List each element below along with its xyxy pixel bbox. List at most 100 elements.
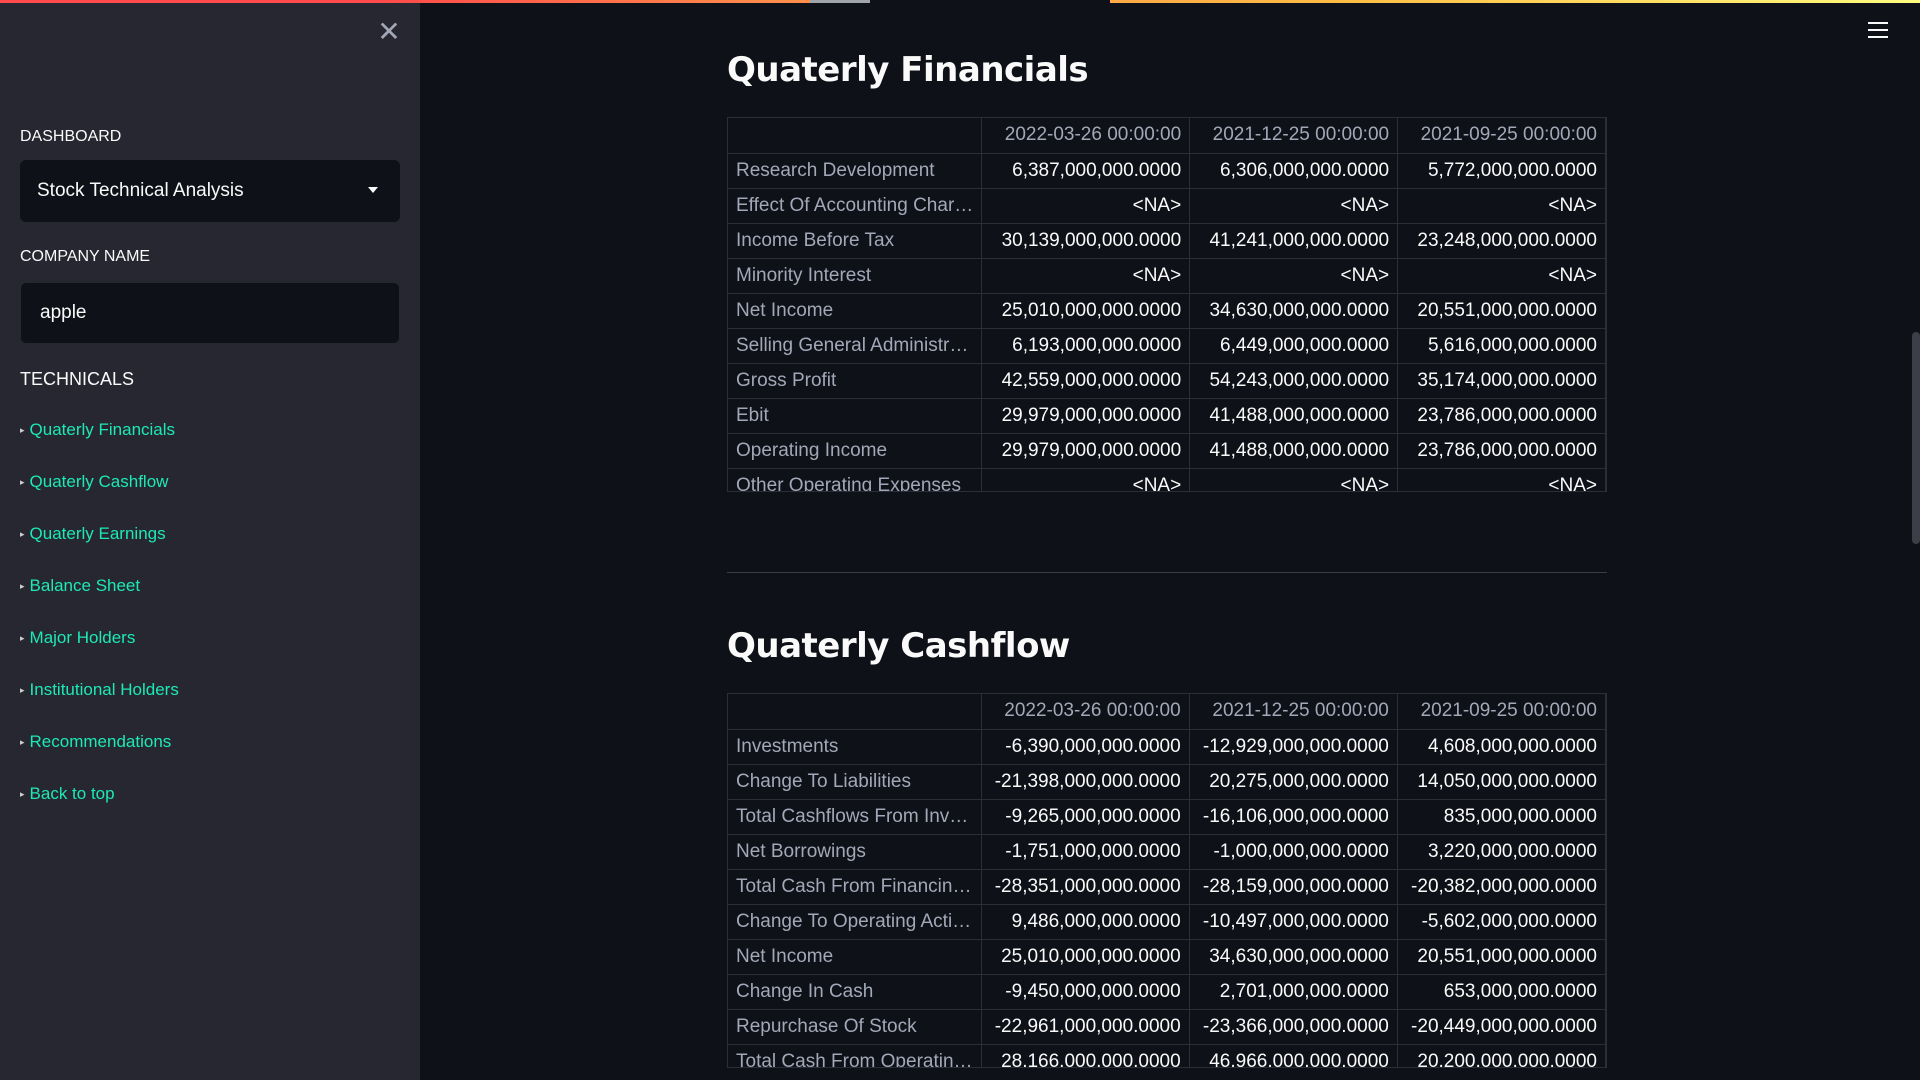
table-cell: -9,450,000,000.0000	[981, 974, 1190, 1010]
row-name: Investments	[728, 729, 982, 765]
dashboard-select-value: Stock Technical Analysis	[37, 180, 244, 201]
table-cell: 653,000,000.0000	[1397, 974, 1606, 1010]
table-cell: 25,010,000,000.0000	[981, 293, 1191, 329]
top-bar-segment	[810, 0, 870, 3]
table-cell: 20,551,000,000.0000	[1397, 939, 1606, 975]
column-header[interactable]: 2022-03-26 00:00:00	[981, 694, 1190, 730]
table-row: Total Cash From Financin… -28,351,000,000…	[728, 869, 1606, 905]
bullet-icon: ▸	[20, 477, 25, 487]
table-row: Repurchase Of Stock -22,961,000,000.0000-…	[728, 1009, 1606, 1045]
row-name: Effect Of Accounting Char…	[728, 188, 983, 224]
table-cell: <NA>	[1397, 258, 1606, 294]
sidebar: ✕ DASHBOARD Stock Technical Analysis COM…	[0, 0, 420, 1080]
table-row: Net Income 25,010,000,000.0000 34,630,000,…	[728, 939, 1606, 975]
cashflow-table[interactable]: 2022-03-26 00:00:00 2021-12-25 00:00:00 …	[727, 693, 1607, 1068]
table-cell: 23,786,000,000.0000	[1397, 398, 1606, 434]
table-cell: <NA>	[1189, 258, 1399, 294]
table-row: Effect Of Accounting Char… <NA> <NA> <NA>	[728, 188, 1606, 224]
table-cell: 6,306,000,000.0000	[1189, 153, 1399, 189]
table-cell: -23,366,000,000.0000	[1189, 1009, 1398, 1045]
financials-title: Quaterly Financials	[727, 50, 1089, 90]
scrollbar[interactable]	[1912, 332, 1920, 544]
table-cell: 2,701,000,000.0000	[1189, 974, 1398, 1010]
bullet-icon: ▸	[20, 425, 25, 435]
table-cell: 9,486,000,000.0000	[981, 904, 1190, 940]
table-cell: 20,275,000,000.0000	[1189, 764, 1398, 800]
bullet-icon: ▸	[20, 633, 25, 643]
dashboard-select[interactable]: Stock Technical Analysis	[20, 160, 400, 222]
column-header[interactable]: 2021-12-25 00:00:00	[1189, 694, 1398, 730]
table-cell: 34,630,000,000.0000	[1189, 293, 1399, 329]
row-name: Ebit	[728, 398, 983, 434]
chevron-down-icon	[368, 187, 378, 193]
table-cell: <NA>	[981, 258, 1191, 294]
table-header-row: 2022-03-26 00:00:00 2021-12-25 00:00:00 …	[728, 118, 1606, 154]
table-cell: 25,010,000,000.0000	[981, 939, 1190, 975]
nav-link-label: Quaterly Financials	[29, 420, 176, 439]
row-name: Gross Profit	[728, 363, 983, 399]
table-cell: 30,139,000,000.0000	[981, 223, 1191, 259]
table-cell: 3,220,000,000.0000	[1397, 834, 1606, 870]
nav-link-quaterly-financials[interactable]: ▸ Quaterly Financials	[20, 420, 175, 440]
dashboard-label: DASHBOARD	[20, 128, 122, 145]
table-cell: 20,200,000,000.0000	[1397, 1044, 1606, 1067]
cashflow-title: Quaterly Cashflow	[727, 626, 1070, 666]
table-row: Total Cashflows From Inv… -9,265,000,000.…	[728, 799, 1606, 835]
nav-link-institutional-holders[interactable]: ▸ Institutional Holders	[20, 680, 179, 700]
nav-link-label: Balance Sheet	[29, 576, 141, 595]
nav-link-recommendations[interactable]: ▸ Recommendations	[20, 732, 171, 752]
table-cell: -10,497,000,000.0000	[1189, 904, 1398, 940]
company-name-input[interactable]	[20, 282, 400, 344]
table-row: Investments -6,390,000,000.0000 -12,929,00…	[728, 729, 1606, 765]
table-cell: <NA>	[1189, 188, 1399, 224]
technicals-heading: TECHNICALS	[20, 369, 135, 389]
table-row: Total Cash From Operatin… 28,166,000,000.…	[728, 1044, 1606, 1067]
column-header[interactable]: 2021-09-25 00:00:00	[1397, 118, 1606, 154]
nav-link-major-holders[interactable]: ▸ Major Holders	[20, 628, 135, 648]
nav-link-label: Recommendations	[29, 732, 172, 751]
table-header-row: 2022-03-26 00:00:00 2021-12-25 00:00:00 …	[728, 694, 1606, 730]
hamburger-menu-icon[interactable]	[1868, 22, 1888, 38]
nav-link-label: Quaterly Cashflow	[29, 472, 169, 491]
index-header	[728, 694, 982, 730]
column-header[interactable]: 2021-12-25 00:00:00	[1189, 118, 1399, 154]
row-name: Net Income	[728, 293, 983, 329]
table-cell: 14,050,000,000.0000	[1397, 764, 1606, 800]
table-cell: -28,159,000,000.0000	[1189, 869, 1398, 905]
section-divider	[727, 572, 1607, 573]
table-cell: -1,000,000,000.0000	[1189, 834, 1398, 870]
nav-link-quaterly-earnings[interactable]: ▸ Quaterly Earnings	[20, 524, 166, 544]
row-name: Total Cash From Operatin…	[728, 1044, 982, 1067]
table-cell: -6,390,000,000.0000	[981, 729, 1190, 765]
nav-link-quaterly-cashflow[interactable]: ▸ Quaterly Cashflow	[20, 472, 168, 492]
bullet-icon: ▸	[20, 581, 25, 591]
table-cell: 29,979,000,000.0000	[981, 433, 1191, 469]
row-name: Other Operating Expenses	[728, 468, 983, 491]
table-cell: 41,488,000,000.0000	[1189, 433, 1399, 469]
row-name: Change To Liabilities	[728, 764, 982, 800]
row-name: Income Before Tax	[728, 223, 983, 259]
table-cell: 20,551,000,000.0000	[1397, 293, 1606, 329]
table-cell: 835,000,000.0000	[1397, 799, 1606, 835]
table-cell: <NA>	[981, 188, 1191, 224]
table-cell: -9,265,000,000.0000	[981, 799, 1190, 835]
table-row: Income Before Tax 30,139,000,000.0000 41,2…	[728, 223, 1606, 259]
top-decoration-bar	[0, 0, 1920, 3]
financials-table[interactable]: 2022-03-26 00:00:00 2021-12-25 00:00:00 …	[727, 117, 1607, 492]
nav-link-label: Institutional Holders	[29, 680, 179, 699]
column-header[interactable]: 2021-09-25 00:00:00	[1397, 694, 1606, 730]
column-header[interactable]: 2022-03-26 00:00:00	[981, 118, 1191, 154]
table-row: Net Borrowings -1,751,000,000.0000 -1,000,…	[728, 834, 1606, 870]
table-cell: 5,772,000,000.0000	[1397, 153, 1606, 189]
table-row: Minority Interest <NA> <NA> <NA>	[728, 258, 1606, 294]
table-cell: 23,248,000,000.0000	[1397, 223, 1606, 259]
nav-link-back-to-top[interactable]: ▸ Back to top	[20, 784, 115, 804]
row-name: Research Development	[728, 153, 983, 189]
table-cell: 4,608,000,000.0000	[1397, 729, 1606, 765]
row-name: Change In Cash	[728, 974, 982, 1010]
nav-link-balance-sheet[interactable]: ▸ Balance Sheet	[20, 576, 140, 596]
top-bar-segment-dark	[870, 0, 1110, 3]
table-cell: 5,616,000,000.0000	[1397, 328, 1606, 364]
close-icon[interactable]: ✕	[375, 18, 403, 46]
table-row: Gross Profit 42,559,000,000.0000 54,243,00…	[728, 363, 1606, 399]
